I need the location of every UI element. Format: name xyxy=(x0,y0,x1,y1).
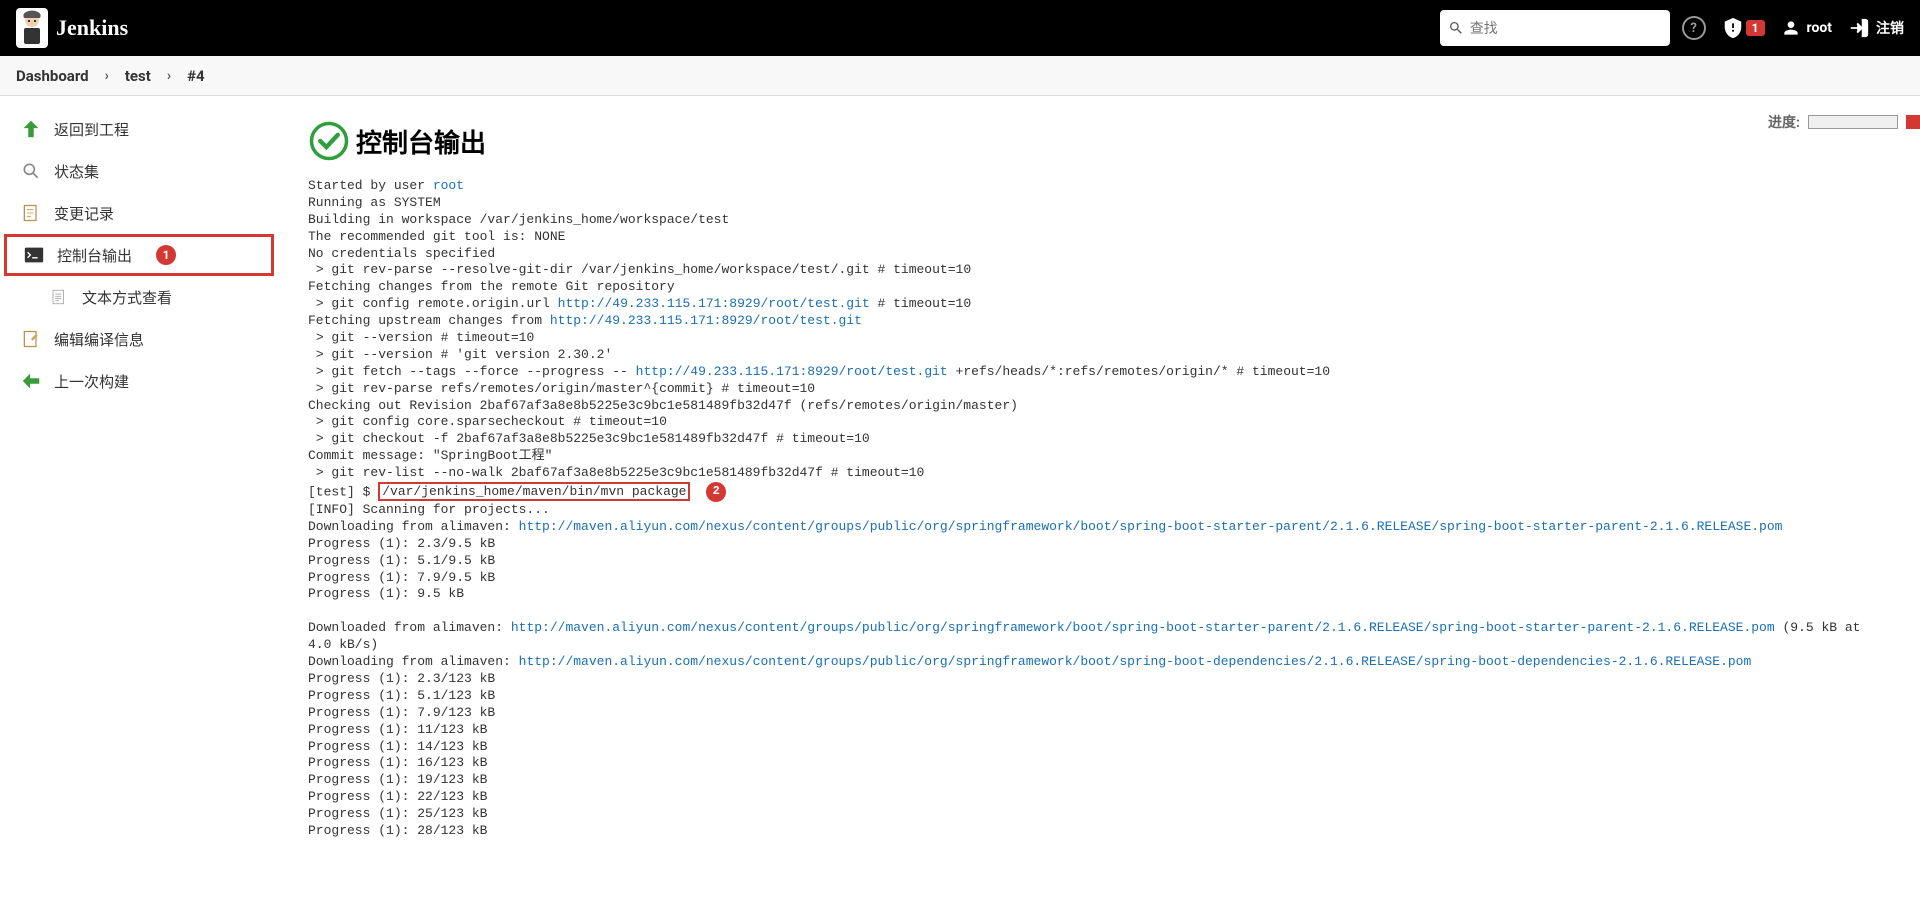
up-arrow-icon xyxy=(20,118,42,140)
sidebar-text-view[interactable]: 文本方式查看 xyxy=(0,276,278,318)
logout-button[interactable]: 注销 xyxy=(1848,17,1904,39)
sidebar-changes[interactable]: 变更记录 xyxy=(0,192,278,234)
page-title: 控制台输出 xyxy=(356,123,486,160)
text-file-icon xyxy=(48,286,70,308)
callout-badge: 2 xyxy=(706,482,726,502)
magnifier-icon xyxy=(20,160,42,182)
maven-url-link[interactable]: http://maven.aliyun.com/nexus/content/gr… xyxy=(519,654,1752,669)
sidebar-edit-build-info[interactable]: 编辑编译信息 xyxy=(0,318,278,360)
edit-document-icon xyxy=(20,328,42,350)
sidebar-item-label: 上一次构建 xyxy=(54,371,129,392)
logout-label: 注销 xyxy=(1876,18,1904,38)
console-output: Started by user root Running as SYSTEM B… xyxy=(308,178,1890,840)
shield-icon xyxy=(1722,17,1744,39)
sidebar-status[interactable]: 状态集 xyxy=(0,150,278,192)
sidebar-back-to-project[interactable]: 返回到工程 xyxy=(0,108,278,150)
git-url-link[interactable]: http://49.233.115.171:8929/root/test.git xyxy=(550,313,862,328)
callout-badge: 1 xyxy=(156,245,176,265)
breadcrumb-job[interactable]: test xyxy=(125,67,151,85)
logo-text: Jenkins xyxy=(56,15,128,41)
progress-track xyxy=(1808,115,1898,129)
progress-label: 进度: xyxy=(1768,112,1800,132)
content-area: 进度: 控制台输出 Started by user root Running a… xyxy=(278,96,1920,864)
username: root xyxy=(1807,20,1832,36)
highlighted-command: /var/jenkins_home/maven/bin/mvn package xyxy=(378,482,690,501)
logout-icon xyxy=(1848,17,1870,39)
chevron-right-icon: › xyxy=(105,68,109,84)
terminal-icon xyxy=(23,244,45,266)
logo-section[interactable]: Jenkins xyxy=(16,8,128,48)
header-bar: Jenkins ? 1 root 注销 xyxy=(0,0,1920,56)
warning-badge[interactable]: 1 xyxy=(1722,17,1765,39)
success-icon xyxy=(308,120,350,162)
breadcrumb-build[interactable]: #4 xyxy=(187,67,205,85)
maven-url-link[interactable]: http://maven.aliyun.com/nexus/content/gr… xyxy=(511,620,1775,635)
breadcrumb-dashboard[interactable]: Dashboard xyxy=(16,67,89,85)
jenkins-logo-icon xyxy=(16,8,48,48)
sidebar: 返回到工程 状态集 变更记录 控制台输出 1 文本方式查看 编辑编译信息 上一次… xyxy=(0,96,278,864)
progress-indicator: 进度: xyxy=(1768,112,1920,132)
maven-url-link[interactable]: http://maven.aliyun.com/nexus/content/gr… xyxy=(519,519,1783,534)
sidebar-item-label: 返回到工程 xyxy=(54,119,129,140)
git-url-link[interactable]: http://49.233.115.171:8929/root/test.git xyxy=(636,364,948,379)
warning-count: 1 xyxy=(1746,20,1765,36)
user-menu[interactable]: root xyxy=(1781,18,1832,38)
help-button[interactable]: ? xyxy=(1682,16,1706,40)
sidebar-console-output[interactable]: 控制台输出 1 xyxy=(4,234,274,276)
document-icon xyxy=(20,202,42,224)
sidebar-item-label: 状态集 xyxy=(54,161,99,182)
sidebar-item-label: 变更记录 xyxy=(54,203,114,224)
progress-cancel-button[interactable] xyxy=(1906,115,1920,129)
user-icon xyxy=(1781,18,1801,38)
search-input[interactable] xyxy=(1470,20,1662,36)
search-icon xyxy=(1448,19,1464,37)
user-link[interactable]: root xyxy=(433,178,464,193)
git-url-link[interactable]: http://49.233.115.171:8929/root/test.git xyxy=(558,296,870,311)
left-arrow-icon xyxy=(20,370,42,392)
sidebar-previous-build[interactable]: 上一次构建 xyxy=(0,360,278,402)
sidebar-item-label: 文本方式查看 xyxy=(82,287,172,308)
chevron-right-icon: › xyxy=(167,68,171,84)
sidebar-item-label: 编辑编译信息 xyxy=(54,329,144,350)
page-title-row: 控制台输出 xyxy=(308,120,1890,162)
sidebar-item-label: 控制台输出 xyxy=(57,245,132,266)
search-box[interactable] xyxy=(1440,10,1670,46)
breadcrumb-bar: Dashboard › test › #4 xyxy=(0,56,1920,96)
